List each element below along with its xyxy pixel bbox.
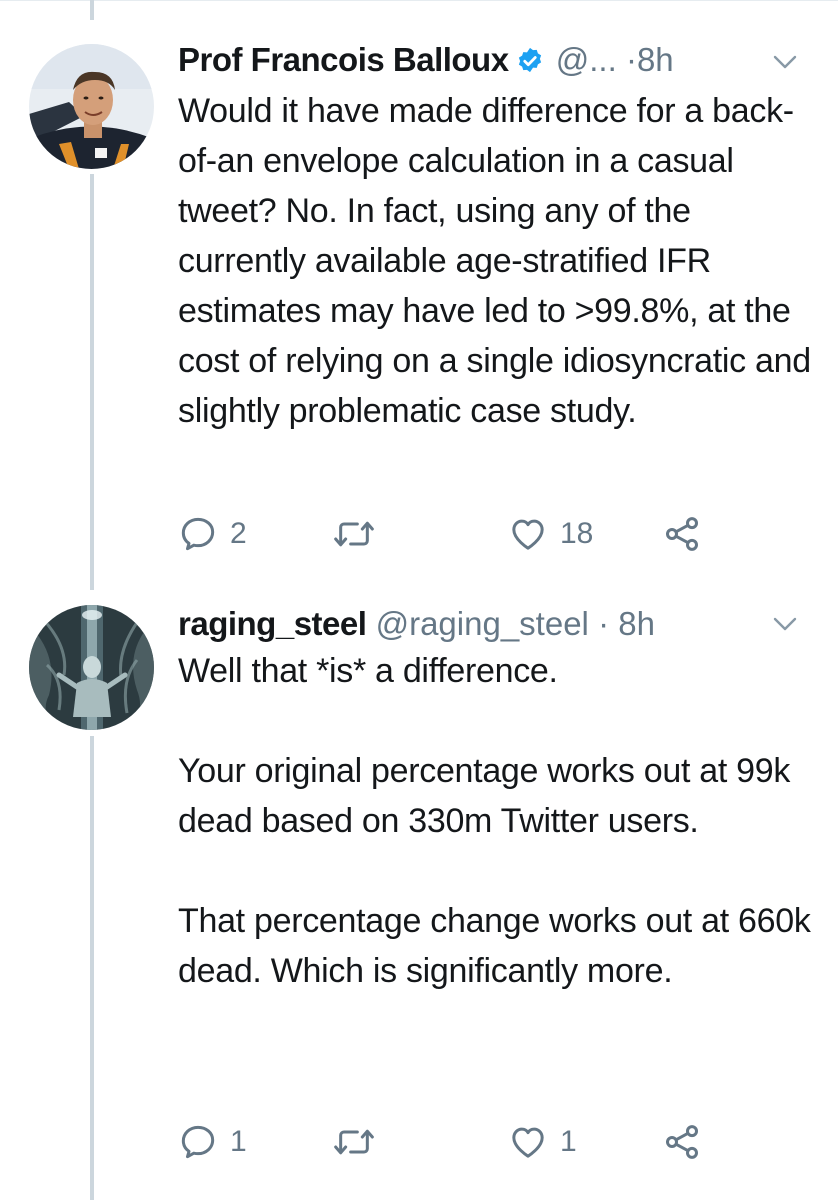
share-icon: [662, 1122, 702, 1162]
tweet-thread: Prof Francois Balloux @... ·8h Would it …: [0, 0, 838, 1200]
chevron-down-icon[interactable]: [772, 52, 798, 72]
avatar[interactable]: [29, 44, 154, 169]
separator-dot: ·: [598, 605, 610, 642]
like-button[interactable]: 1: [508, 1120, 577, 1164]
reply-icon: [178, 1122, 218, 1162]
tweet-text: Well that *is* a difference. Your origin…: [178, 652, 811, 990]
reply-icon: [178, 514, 218, 554]
share-button[interactable]: [662, 1120, 702, 1164]
reply-count: 1: [230, 1125, 247, 1158]
display-name[interactable]: Prof Francois Balloux: [178, 41, 509, 78]
verified-badge-icon: [515, 45, 545, 85]
separator-dot: ·: [625, 41, 637, 78]
share-icon: [662, 514, 702, 554]
retweet-button[interactable]: [332, 1120, 388, 1164]
user-handle[interactable]: @raging_steel: [376, 605, 589, 642]
tweet[interactable]: raging_steel @raging_steel · 8h Well tha…: [0, 600, 838, 1200]
tweet-header: Prof Francois Balloux @... ·8h: [178, 40, 798, 85]
avatar[interactable]: [29, 605, 154, 730]
like-count: 18: [560, 517, 594, 550]
user-handle[interactable]: @...: [556, 41, 617, 78]
reply-button[interactable]: 1: [178, 1120, 247, 1164]
reply-button[interactable]: 2: [178, 512, 247, 556]
retweet-icon: [332, 1122, 376, 1162]
share-button[interactable]: [662, 512, 702, 556]
tweet-actions: 1 1: [178, 1120, 738, 1164]
tweet-actions: 2 18: [178, 512, 738, 556]
chevron-down-icon[interactable]: [772, 614, 798, 634]
reply-count: 2: [230, 517, 247, 550]
display-name[interactable]: raging_steel: [178, 605, 367, 642]
tweet-header: raging_steel @raging_steel · 8h: [178, 604, 798, 644]
retweet-button[interactable]: [332, 512, 388, 556]
like-button[interactable]: 18: [508, 512, 593, 556]
heart-icon: [508, 514, 548, 554]
timestamp[interactable]: 8h: [637, 41, 674, 78]
timestamp[interactable]: 8h: [618, 605, 655, 642]
like-count: 1: [560, 1125, 577, 1158]
tweet[interactable]: Prof Francois Balloux @... ·8h Would it …: [0, 0, 838, 600]
tweet-text: Would it have made difference for a back…: [178, 92, 821, 430]
retweet-icon: [332, 514, 376, 554]
heart-icon: [508, 1122, 548, 1162]
